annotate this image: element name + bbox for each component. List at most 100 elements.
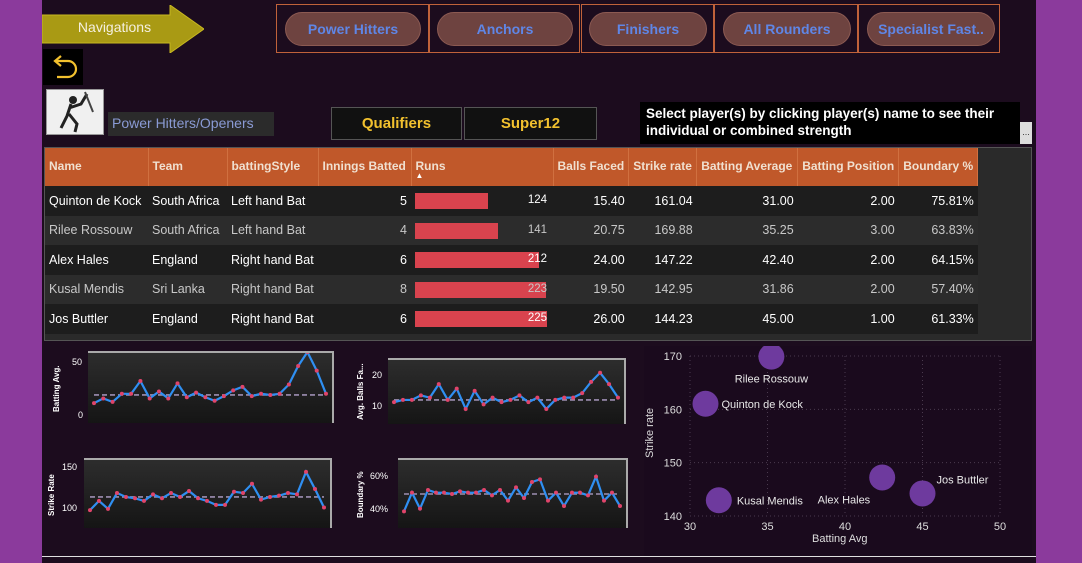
scatter-point — [705, 487, 732, 514]
category-button-specialist-fast[interactable]: Specialist Fast.. — [867, 12, 995, 46]
column-header-balls-faced[interactable]: Balls Faced — [553, 148, 630, 186]
cell-runs: 212 — [411, 245, 553, 275]
batting-avg-trend-chart: Batting Avg. 50 0 — [44, 346, 334, 424]
trend-point — [538, 477, 542, 482]
trend-point — [482, 488, 486, 492]
cell-player-name[interactable]: Kusal Mendis — [45, 274, 148, 304]
trend-point — [427, 395, 432, 400]
trend-point — [115, 491, 119, 496]
trend-point — [418, 393, 423, 398]
cell-strike-rate: 169.88 — [628, 215, 697, 245]
column-header-strike-rate[interactable]: Strike rate — [628, 148, 698, 186]
cell-batting-style: Right hand Bat — [227, 245, 318, 275]
trend-point — [313, 487, 317, 492]
avg-balls-faced-axis-label: Avg. Balls Fa... — [356, 363, 365, 420]
batting-avg-line — [92, 349, 328, 406]
column-header-batting-position[interactable]: Batting Position — [797, 148, 900, 186]
trend-point — [544, 406, 549, 411]
cell-player-name[interactable]: Rilee Rossouw — [45, 215, 148, 245]
trend-point — [129, 391, 134, 396]
trend-point — [392, 400, 396, 405]
trend-point — [259, 497, 263, 502]
category-frame-finishers: Finishers — [581, 4, 714, 53]
category-button-anchors[interactable]: Anchors — [437, 12, 573, 46]
strike-rate-vs-batting-avg-scatter: 30 35 40 45 50 170 160 150 140 Quinton de Kock Ril… — [644, 343, 1032, 556]
trend-point — [178, 494, 182, 499]
table-header-row: Name Team battingStyle Innings Batted Ru… — [45, 148, 979, 186]
table-row[interactable]: Alex Hales England Right hand Bat 6 212 24.00… — [45, 245, 978, 275]
column-header-name[interactable]: Name — [45, 148, 149, 186]
cell-batting-position: 2.00 — [797, 245, 899, 275]
trend-point — [250, 481, 254, 486]
scatter-point — [758, 343, 785, 370]
trend-point — [295, 492, 299, 497]
trend-point — [268, 392, 273, 397]
runs-value: 212 — [527, 253, 547, 265]
category-button-power-hitters[interactable]: Power Hitters — [285, 12, 421, 46]
column-header-runs[interactable]: Runs ▲ — [411, 148, 554, 186]
cell-player-name[interactable]: Jos Buttler — [45, 304, 148, 334]
column-header-boundary[interactable]: Boundary % — [898, 148, 979, 186]
cell-strike-rate: 147.22 — [628, 245, 697, 275]
cell-batting-style: Left hand Bat — [227, 215, 318, 245]
cell-runs: 225 — [411, 304, 553, 334]
cell-player-name[interactable]: Alex Hales — [45, 245, 148, 275]
trend-point — [232, 489, 236, 494]
table-row[interactable]: Quinton de Kock South Africa Left hand Bat… — [45, 186, 978, 216]
table-row[interactable]: Rilee Rossouw South Africa Left hand Bat 4 1… — [45, 215, 978, 245]
scatter-point-label: Alex Hales — [818, 494, 871, 506]
back-button[interactable] — [43, 49, 83, 85]
table-row[interactable]: Jos Buttler England Right hand Bat 6 225 26.0… — [45, 304, 978, 334]
trend-point — [156, 389, 161, 394]
cell-batting-average: 31.86 — [696, 274, 798, 304]
more-options-button[interactable]: ... — [1020, 122, 1032, 144]
trend-point — [110, 399, 115, 404]
stage-button-qualifiers[interactable]: Qualifiers — [331, 107, 462, 140]
strike-rate-trend-chart: Strike Rate 150 100 — [44, 456, 334, 528]
trend-point — [410, 490, 414, 495]
table-row[interactable]: Kusal Mendis Sri Lanka Right hand Bat 8 223 1… — [45, 274, 978, 304]
category-button-all-rounders[interactable]: All Rounders — [723, 12, 851, 46]
scatter-point — [909, 480, 936, 507]
cell-innings: 4 — [318, 215, 411, 245]
trend-point — [92, 401, 96, 406]
trend-point — [598, 370, 603, 375]
trend-point — [212, 398, 217, 403]
trend-point — [602, 498, 606, 503]
column-header-batting-average[interactable]: Batting Average — [696, 148, 799, 186]
report-canvas: Navigations Power Hitters Anchors Finish… — [41, 0, 1036, 563]
category-frame-power-hitters: Power Hitters — [276, 4, 429, 53]
scatter-point-label: Quinton de Kock — [722, 399, 804, 411]
cell-player-name[interactable]: Quinton de Kock — [45, 186, 148, 216]
cell-team: England — [148, 304, 227, 334]
category-button-finishers[interactable]: Finishers — [589, 12, 707, 46]
runs-value: 141 — [527, 223, 547, 236]
cell-batting-position: 2.00 — [797, 186, 899, 216]
batting-avg-tick-top: 50 — [72, 357, 83, 367]
trend-point — [322, 505, 326, 510]
trend-point — [463, 406, 468, 411]
avg-balls-faced-trend-chart: Avg. Balls Fa... 20 10 — [352, 346, 632, 424]
avg-balls-faced-tick-bottom: 10 — [372, 401, 383, 411]
navigations-button[interactable]: Navigations — [41, 4, 205, 54]
column-header-batting-style[interactable]: battingStyle — [227, 148, 319, 186]
trend-point — [106, 506, 110, 511]
runs-bar — [415, 193, 488, 209]
stage-button-super12[interactable]: Super12 — [464, 107, 597, 140]
scatter-x-tick: 50 — [994, 521, 1006, 533]
trend-point — [221, 394, 226, 399]
avg-balls-faced-plot — [388, 358, 626, 424]
runs-bar — [415, 281, 546, 298]
cell-boundary: 75.81% — [898, 186, 978, 216]
cell-batting-style: Right hand Bat — [227, 274, 318, 304]
column-header-team[interactable]: Team — [148, 148, 228, 186]
trend-point — [436, 382, 441, 387]
column-header-innings[interactable]: Innings Batted — [318, 148, 412, 186]
trend-point — [296, 363, 301, 368]
category-frame-anchors: Anchors — [429, 4, 580, 53]
instruction-text: Select player(s) by clicking player(s) n… — [640, 102, 1020, 144]
cell-batting-average: 45.00 — [696, 304, 798, 334]
boundary-plot — [398, 458, 628, 528]
cell-runs: 141 — [411, 215, 553, 245]
scatter-x-tick: 30 — [684, 521, 696, 533]
